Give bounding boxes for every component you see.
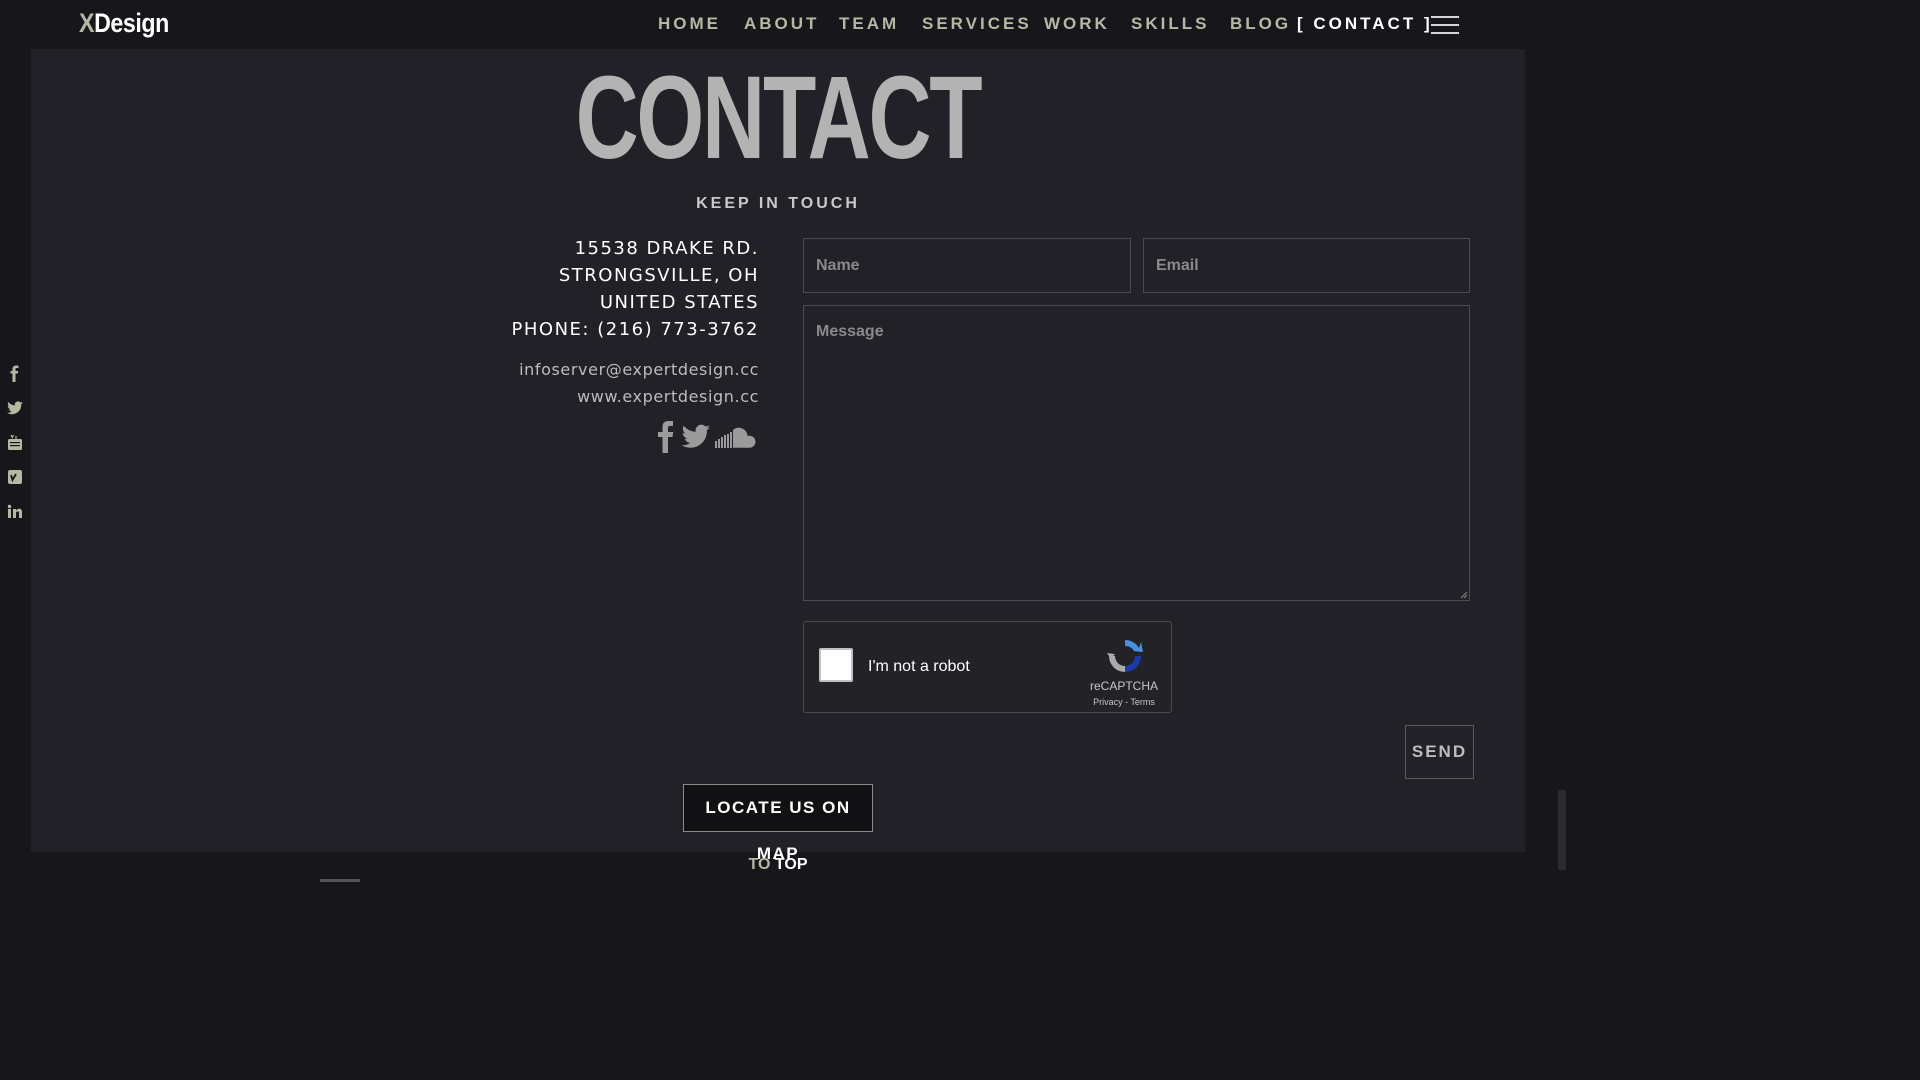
- facebook-icon[interactable]: [655, 420, 677, 454]
- page-subtitle: KEEP IN TOUCH: [696, 195, 860, 212]
- resize-grip-icon[interactable]: [1460, 591, 1468, 599]
- name-placeholder: Name: [816, 257, 860, 274]
- twitter-icon[interactable]: [681, 424, 711, 450]
- nav-contact[interactable]: [ CONTACT ]: [1297, 14, 1433, 34]
- scrollbar-thumb[interactable]: [1558, 790, 1566, 870]
- address-phone: PHONE: (216) 773-3762: [511, 319, 759, 340]
- contact-social-icons: [655, 420, 760, 454]
- email-link[interactable]: infoserver@expertdesign.cc: [519, 356, 759, 383]
- nav-home[interactable]: HOME: [658, 14, 721, 34]
- recaptcha-checkbox[interactable]: [819, 648, 853, 682]
- recaptcha-logo-icon: [1107, 639, 1143, 672]
- email-field[interactable]: Email: [1143, 238, 1470, 293]
- address-block: 15538 DRAKE RD. STRONGSVILLE, OH UNITED …: [512, 235, 759, 343]
- message-placeholder: Message: [816, 323, 884, 340]
- bottom-strip: [320, 879, 360, 882]
- recaptcha-brand: reCAPTCHA: [1089, 679, 1158, 693]
- contact-links: infoserver@expertdesign.cc www.expertdes…: [519, 356, 759, 410]
- nav-about[interactable]: ABOUT: [744, 14, 819, 34]
- top-navbar: XDesign HOME ABOUT TEAM SERVICES WORK SK…: [0, 0, 1556, 49]
- address-city: STRONGSVILLE, OH: [558, 265, 759, 286]
- to-top-to: TO: [748, 856, 771, 873]
- message-field[interactable]: Message: [803, 305, 1470, 601]
- address-country: UNITED STATES: [599, 292, 759, 313]
- website-link[interactable]: www.expertdesign.cc: [519, 383, 759, 410]
- recaptcha-widget: I'm not a robot reCAPTCHA Privacy - Term…: [803, 621, 1172, 713]
- facebook-icon[interactable]: [5, 364, 25, 384]
- soundcloud-icon[interactable]: [715, 426, 759, 448]
- page-scrollbar[interactable]: [1556, 0, 1568, 882]
- address-street: 15538 DRAKE RD.: [574, 238, 759, 259]
- youtube-icon[interactable]: [5, 433, 25, 453]
- nav-team[interactable]: TEAM: [839, 14, 899, 34]
- logo[interactable]: XDesign: [79, 8, 169, 39]
- linkedin-icon[interactable]: [5, 502, 25, 522]
- recaptcha-terms-link[interactable]: Privacy - Terms: [1084, 697, 1164, 707]
- nav-skills[interactable]: SKILLS: [1131, 14, 1209, 34]
- to-top-link[interactable]: TO TOP: [0, 856, 1556, 874]
- to-top-top: TOP: [774, 856, 808, 873]
- logo-text: Design: [94, 8, 169, 38]
- vimeo-icon[interactable]: [5, 467, 25, 487]
- page-title: CONTACT: [575, 52, 983, 184]
- nav-blog[interactable]: BLOG: [1230, 14, 1291, 34]
- logo-x: X: [79, 8, 95, 38]
- email-placeholder: Email: [1156, 257, 1199, 274]
- hamburger-menu-icon[interactable]: [1431, 15, 1459, 35]
- name-field[interactable]: Name: [803, 238, 1131, 293]
- twitter-icon[interactable]: [5, 398, 25, 418]
- nav-services[interactable]: SERVICES: [922, 14, 1032, 34]
- locate-map-button[interactable]: LOCATE US ON MAP: [683, 784, 873, 863]
- nav-work[interactable]: WORK: [1044, 14, 1110, 34]
- send-button[interactable]: SEND: [1405, 725, 1474, 779]
- recaptcha-label: I'm not a robot: [868, 658, 970, 675]
